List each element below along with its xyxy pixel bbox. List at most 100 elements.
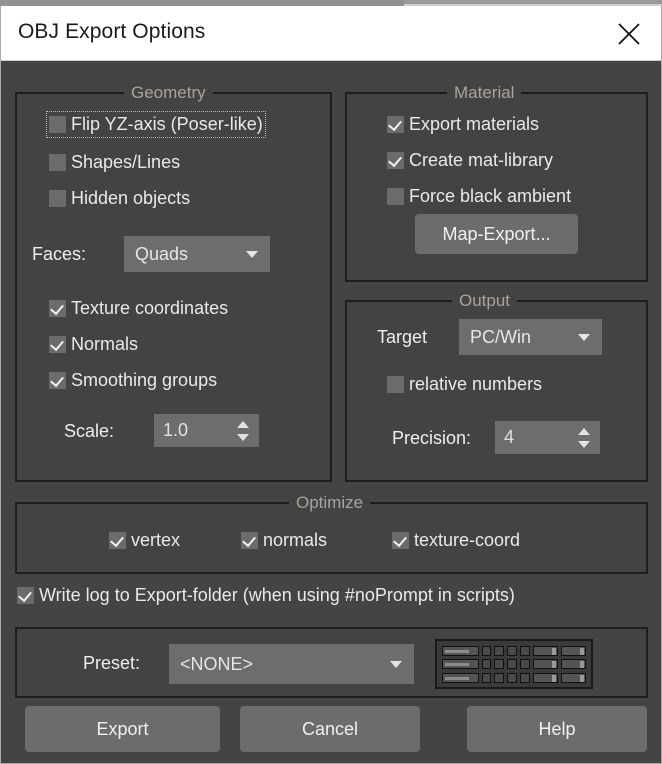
checkbox-label: Write log to Export-folder (when using #…: [39, 585, 515, 605]
checkbox-box: [241, 532, 258, 549]
group-geometry-legend: Geometry: [124, 83, 213, 103]
scale-value: 1.0: [163, 420, 189, 440]
checkbox-relative-numbers[interactable]: relative numbers: [387, 374, 542, 395]
control-panel-wide-cell: [532, 645, 558, 656]
checkbox-box: [17, 587, 34, 604]
checkbox-flip-yz-axis[interactable]: Flip YZ-axis (Poser-like): [46, 111, 266, 138]
checkbox-optimize-texture-coord[interactable]: texture-coord: [392, 530, 520, 551]
checkbox-create-mat-library[interactable]: Create mat-library: [387, 150, 553, 171]
group-optimize-legend: Optimize: [289, 493, 371, 513]
control-panel-cell: [519, 659, 530, 669]
title-bar: OBJ Export Options: [1, 6, 661, 61]
close-icon[interactable]: [605, 12, 653, 56]
checkbox-normals[interactable]: Normals: [49, 334, 138, 355]
scale-spinner[interactable]: 1.0: [154, 414, 259, 447]
control-panel-wide-cell: [532, 672, 558, 683]
group-geometry: Geometry Flip YZ-axis (Poser-like) Shape…: [15, 83, 332, 482]
close-x-icon: [618, 23, 640, 45]
checkbox-box: [109, 532, 126, 549]
control-panel-cell: [519, 645, 530, 656]
group-optimize: Optimize vertex normals texture-coord: [15, 493, 648, 574]
chevron-down-icon: [390, 661, 402, 668]
group-material-legend: Material: [447, 83, 522, 103]
cancel-button[interactable]: Cancel: [240, 706, 420, 752]
checkbox-label: Texture coordinates: [71, 298, 229, 318]
checkbox-box: [392, 532, 409, 549]
control-panel-cell: [494, 659, 505, 669]
target-dropdown[interactable]: PC/Win: [459, 319, 602, 355]
precision-spinner[interactable]: 4: [495, 421, 600, 454]
checkbox-box: [49, 336, 66, 353]
control-panel-wide-cell: [560, 659, 586, 669]
control-panel-bar: [442, 659, 479, 669]
checkbox-export-materials[interactable]: Export materials: [387, 114, 539, 135]
checkbox-box: [387, 188, 404, 205]
checkbox-label: Hidden objects: [71, 188, 191, 208]
control-panel-icon-row: [442, 672, 586, 683]
checkbox-box: [387, 116, 404, 133]
checkbox-label: vertex: [131, 530, 181, 550]
control-panel-wide-cell: [560, 672, 586, 683]
map-export-button[interactable]: Map-Export...: [415, 214, 578, 254]
checkbox-optimize-normals[interactable]: normals: [241, 530, 327, 551]
checkbox-label: Flip YZ-axis (Poser-like): [71, 114, 263, 134]
checkbox-label: Create mat-library: [409, 150, 554, 170]
control-panel-cell: [494, 645, 505, 656]
chevron-down-icon: [246, 251, 258, 258]
precision-value: 4: [504, 427, 515, 447]
control-panel-cell: [481, 659, 492, 669]
checkbox-label: Normals: [71, 334, 139, 354]
checkbox-texture-coordinates[interactable]: Texture coordinates: [49, 298, 228, 319]
checkbox-label: texture-coord: [414, 530, 521, 550]
preset-label: Preset:: [83, 653, 141, 673]
checkbox-label: Force black ambient: [409, 186, 572, 206]
group-output: Output Target PC/Win relative numbers Pr…: [345, 291, 648, 482]
chevron-down-icon: [578, 334, 590, 341]
faces-label: Faces:: [32, 244, 87, 264]
checkbox-box: [49, 154, 66, 171]
spinner-down-icon: [578, 440, 590, 448]
group-material: Material Export materials Create mat-lib…: [345, 83, 648, 282]
precision-label: Precision:: [392, 428, 472, 448]
target-label: Target: [377, 327, 428, 347]
checkbox-box: [49, 300, 66, 317]
control-panel-cell: [507, 672, 517, 683]
group-output-legend: Output: [452, 291, 518, 311]
spinner-arrows-icon[interactable]: [578, 427, 590, 449]
dialog-body: Geometry Flip YZ-axis (Poser-like) Shape…: [1, 62, 661, 763]
checkbox-box: [387, 376, 404, 393]
checkbox-hidden-objects[interactable]: Hidden objects: [49, 188, 190, 209]
spinner-up-icon: [237, 420, 249, 428]
spinner-up-icon: [578, 427, 590, 435]
scale-label: Scale:: [64, 421, 115, 441]
checkbox-shapes-lines[interactable]: Shapes/Lines: [49, 152, 180, 173]
export-button[interactable]: Export: [25, 706, 220, 752]
preset-dropdown[interactable]: <NONE>: [169, 644, 414, 684]
faces-dropdown-value: Quads: [135, 243, 189, 264]
checkbox-force-black-ambient[interactable]: Force black ambient: [387, 186, 571, 207]
control-panel-wide-cell: [560, 645, 586, 656]
background-pane-right-titlebar: [404, 0, 662, 4]
control-panel-cell: [507, 659, 517, 669]
control-panel-cell: [481, 672, 492, 683]
faces-dropdown[interactable]: Quads: [124, 236, 270, 272]
spinner-arrows-icon[interactable]: [237, 420, 249, 442]
control-panel-icon[interactable]: [435, 639, 593, 689]
checkbox-box: [387, 152, 404, 169]
checkbox-optimize-vertex[interactable]: vertex: [109, 530, 180, 551]
preset-dropdown-value: <NONE>: [180, 653, 254, 674]
checkbox-smoothing-groups[interactable]: Smoothing groups: [49, 370, 217, 391]
checkbox-label: Shapes/Lines: [71, 152, 181, 172]
control-panel-cell: [507, 645, 517, 656]
help-button[interactable]: Help: [467, 706, 647, 752]
control-panel-icon-row: [442, 659, 586, 670]
control-panel-cell: [481, 645, 492, 656]
checkbox-write-log-to-export-folder[interactable]: Write log to Export-folder (when using #…: [17, 585, 515, 606]
control-panel-bar: [442, 672, 479, 683]
checkbox-label: Smoothing groups: [71, 370, 218, 390]
control-panel-icon-row: [442, 645, 586, 656]
spinner-down-icon: [237, 433, 249, 441]
checkbox-label: Export materials: [409, 114, 540, 134]
obj-export-options-dialog: OBJ Export Options Geometry Flip YZ-axis…: [0, 6, 662, 764]
page-title: OBJ Export Options: [18, 20, 206, 43]
